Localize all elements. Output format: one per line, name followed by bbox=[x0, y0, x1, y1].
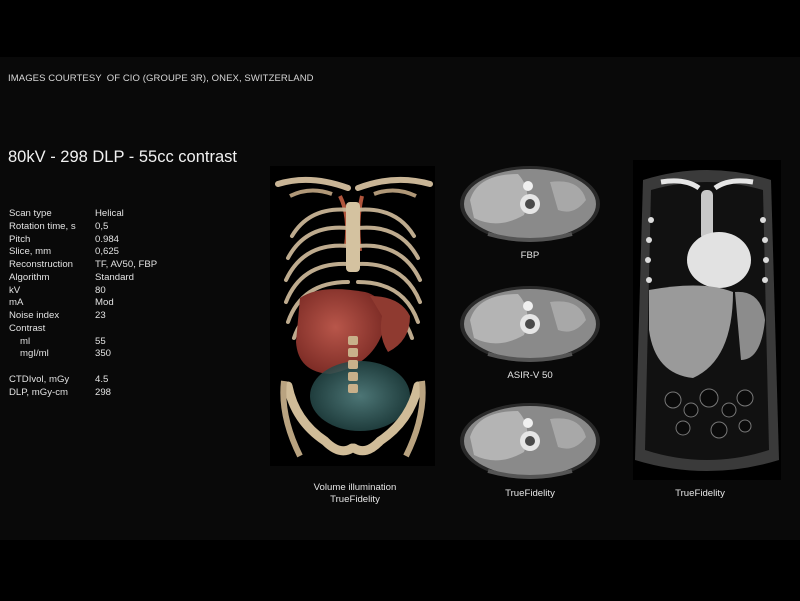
param-value: 298 bbox=[95, 386, 112, 398]
axial-caption-fbp: FBP bbox=[520, 250, 540, 261]
image-credit: IMAGES COURTESY OF CIO (GROUPE 3R), ONEX,… bbox=[8, 73, 319, 84]
volume-caption-line1: Volume illumination bbox=[313, 482, 397, 493]
param-row: Pitch 0.984 bbox=[9, 234, 157, 247]
volume-caption-line2: TrueFidelity bbox=[330, 494, 380, 505]
param-value: Helical bbox=[95, 208, 124, 219]
volume-caption: Volume illumination TrueFidelity bbox=[290, 482, 420, 506]
param-value: 0,625 bbox=[95, 246, 120, 258]
param-label: Reconstruction bbox=[9, 259, 73, 270]
param-row: Algorithm Standard bbox=[9, 272, 157, 285]
credit-prefix: IMAGES COURTESY bbox=[8, 73, 102, 84]
param-row: Contrast bbox=[9, 323, 157, 336]
coronal-caption: TrueFidelity bbox=[675, 488, 725, 499]
param-row: Slice, mm 0,625 bbox=[9, 246, 157, 259]
coronal-slice-image bbox=[633, 160, 781, 480]
param-value: 80 bbox=[95, 284, 106, 296]
param-row: DLP, mGy-cm 298 bbox=[9, 387, 157, 400]
param-row: mgI/ml 350 bbox=[9, 348, 157, 361]
param-label: Pitch bbox=[9, 233, 31, 245]
param-label: CTDIvol, mGy bbox=[9, 373, 70, 385]
param-label: Rotation time, s bbox=[9, 220, 76, 232]
param-row: Noise index 23 bbox=[9, 310, 157, 323]
param-label: Algorithm bbox=[9, 271, 50, 283]
param-row: CTDIvol, mGy 4.5 bbox=[9, 374, 157, 387]
param-label: ml bbox=[20, 335, 31, 347]
param-spacer bbox=[9, 361, 157, 374]
param-label: DLP, mGy-cm bbox=[9, 386, 68, 398]
param-label: Scan type bbox=[9, 208, 52, 219]
param-value: Mod bbox=[95, 297, 114, 309]
param-value: 55 bbox=[95, 335, 106, 347]
param-row: ml 55 bbox=[9, 336, 157, 349]
axial-caption-asir: ASIR-V 50 bbox=[507, 370, 553, 381]
param-value: 23 bbox=[95, 310, 106, 321]
param-value: 4.5 bbox=[95, 373, 109, 385]
param-label: Noise index bbox=[9, 310, 60, 321]
param-row: kV 80 bbox=[9, 285, 157, 298]
scan-parameters: Scan type Helical Rotation time, s 0,5 Pit… bbox=[9, 208, 157, 399]
param-value: 350 bbox=[95, 348, 112, 360]
param-label: kV bbox=[9, 284, 21, 296]
param-row: Rotation time, s 0,5 bbox=[9, 221, 157, 234]
param-label: Slice, mm bbox=[9, 246, 52, 258]
axial-slice-fbp bbox=[458, 160, 603, 245]
volume-rendering-image bbox=[270, 166, 435, 466]
param-value: 0,5 bbox=[95, 220, 109, 232]
axial-caption-truefidelity: TrueFidelity bbox=[505, 488, 555, 499]
param-label: mgI/ml bbox=[20, 348, 49, 360]
param-label: Contrast bbox=[9, 322, 46, 334]
credit-source: OF CIO (GROUPE 3R), ONEX, SWITZERLAND bbox=[106, 73, 314, 84]
param-value: Standard bbox=[95, 271, 134, 283]
param-row: mA Mod bbox=[9, 297, 157, 310]
param-label: mA bbox=[9, 297, 24, 309]
param-row: Reconstruction TF, AV50, FBP bbox=[9, 259, 157, 272]
param-value: TF, AV50, FBP bbox=[95, 259, 158, 270]
param-row: Scan type Helical bbox=[9, 208, 157, 221]
axial-slice-truefidelity bbox=[458, 397, 603, 482]
scan-headline: 80kV - 298 DLP - 55cc contrast bbox=[8, 148, 237, 166]
axial-slice-asir bbox=[458, 280, 603, 365]
param-value: 0.984 bbox=[95, 233, 120, 245]
